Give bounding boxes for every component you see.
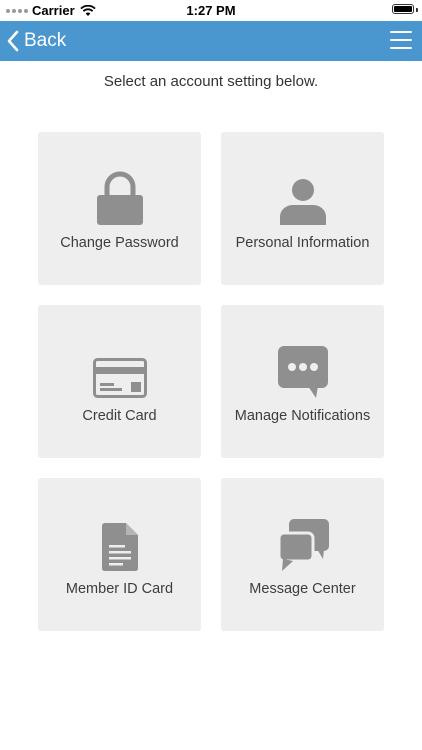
battery-cap [416,8,418,12]
chat-bubble-icon [277,346,328,398]
tile-label: Personal Information [235,235,370,251]
hamburger-menu-icon[interactable] [390,31,412,51]
status-bar: Carrier 1:27 PM [0,0,422,21]
tile-label: Manage Notifications [234,408,371,424]
credit-card-icon [92,358,147,398]
personal-information-tile[interactable]: Personal Information [221,132,384,285]
battery-icon [392,4,414,14]
credit-card-tile[interactable]: Credit Card [38,305,201,458]
nav-bar: Back [0,21,422,61]
tile-label: Change Password [60,235,179,251]
status-time: 1:27 PM [186,3,236,18]
tile-label: Credit Card [82,408,157,424]
document-icon [101,523,138,571]
member-id-card-tile[interactable]: Member ID Card [38,478,201,631]
lock-icon [96,171,143,225]
messages-icon [277,519,329,571]
settings-grid: Change Password Personal Information Cre… [38,132,384,631]
instruction-text: Select an account setting below. [103,73,319,90]
tile-label: Member ID Card [65,581,174,597]
back-button[interactable]: Back [6,26,66,56]
back-label: Back [24,30,67,51]
chevron-left-icon [7,30,19,52]
tile-label: Message Center [249,581,356,597]
message-center-tile[interactable]: Message Center [221,478,384,631]
person-icon [279,179,326,225]
change-password-tile[interactable]: Change Password [38,132,201,285]
manage-notifications-tile[interactable]: Manage Notifications [221,305,384,458]
